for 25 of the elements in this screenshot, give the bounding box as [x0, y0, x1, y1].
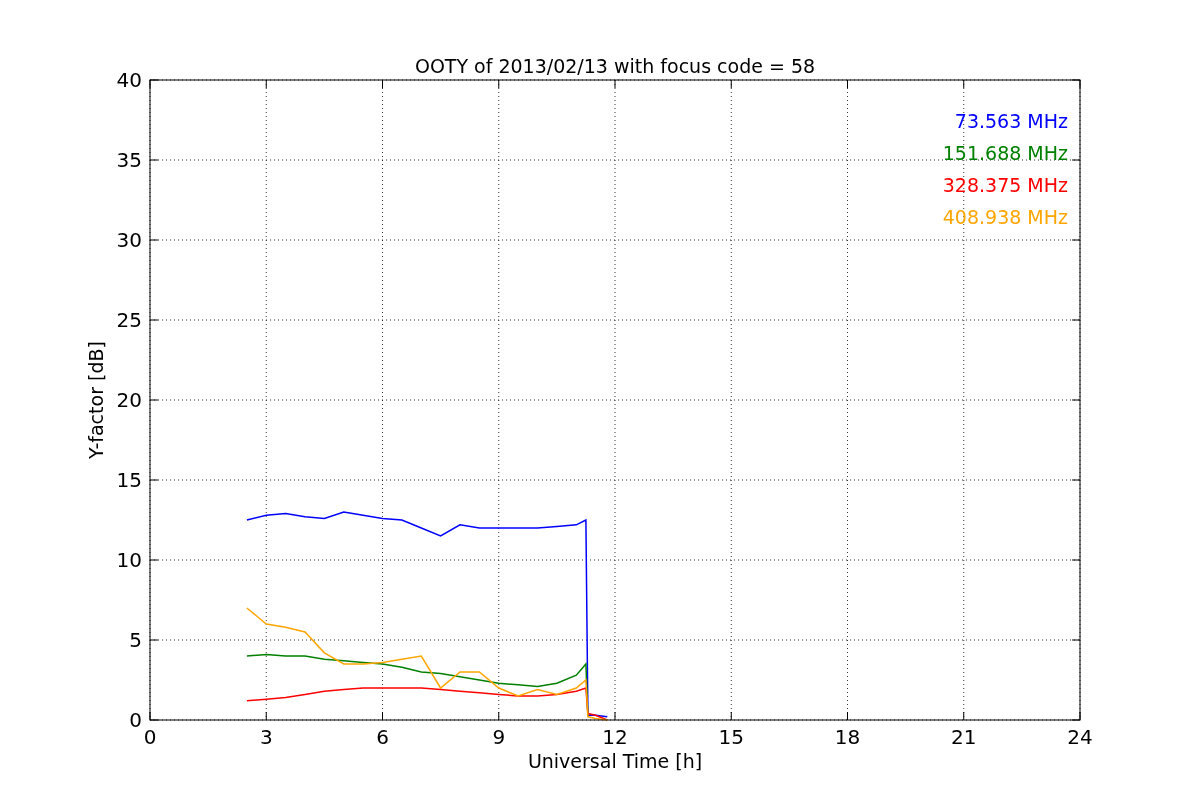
x-tick-label: 24 — [1067, 725, 1093, 749]
y-tick-label: 10 — [116, 548, 142, 572]
legend-label: 73.563 MHz — [954, 110, 1068, 132]
y-tick-label: 25 — [116, 308, 142, 332]
y-axis-label: Y-factor [dB] — [85, 341, 107, 459]
chart-title: OOTY of 2013/02/13 with focus code = 58 — [414, 55, 816, 77]
y-tick-label: 0 — [129, 708, 142, 732]
y-tick-label: 5 — [129, 628, 142, 652]
x-tick-label: 6 — [376, 725, 389, 749]
legend-label: 408.938 MHz — [942, 206, 1068, 228]
x-tick-label: 9 — [492, 725, 506, 749]
x-tick-label: 0 — [143, 725, 157, 749]
x-tick-label: 15 — [718, 725, 744, 749]
y-tick-label: 30 — [116, 228, 142, 252]
y-tick-label: 20 — [116, 388, 142, 412]
x-axis-label: Universal Time [h] — [527, 750, 703, 772]
legend-label: 151.688 MHz — [942, 142, 1068, 164]
x-tick-label: 12 — [602, 725, 628, 749]
legend-label: 328.375 MHz — [942, 174, 1068, 196]
y-tick-label: 40 — [116, 68, 142, 92]
x-tick-label: 3 — [259, 725, 273, 749]
y-tick-label: 35 — [116, 148, 142, 172]
y-tick-label: 15 — [116, 468, 142, 492]
x-tick-label: 21 — [951, 725, 977, 749]
x-tick-label: 18 — [834, 725, 861, 749]
